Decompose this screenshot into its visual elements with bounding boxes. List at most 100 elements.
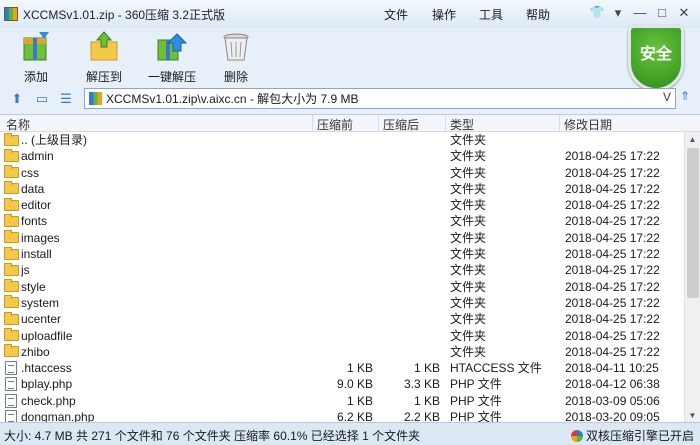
file-name: ucenter — [4, 311, 61, 327]
table-row[interactable]: admin 文件夹 2018-04-25 17:22 — [0, 148, 700, 164]
toolbar: 添加 解压到 一键解压 删除 — [0, 28, 700, 86]
original-size: 1 KB — [346, 361, 373, 376]
archive-icon — [4, 7, 18, 21]
file-list: 名称 压缩前 压缩后 类型 修改日期 .. (上级目录) 文件夹 admin 文件夹 2… — [0, 114, 700, 425]
engine-status[interactable]: 双核压缩引擎已开启 — [570, 427, 694, 444]
file-type: 文件夹 — [450, 149, 487, 164]
extract-to-button[interactable]: 解压到 — [74, 30, 134, 84]
table-row[interactable]: fonts 文件夹 2018-04-25 17:22 — [0, 213, 700, 229]
security-shield-badge[interactable]: 安全 — [628, 25, 684, 91]
file-type: 文件夹 — [450, 295, 487, 310]
table-row[interactable]: style 文件夹 2018-04-25 17:22 — [0, 279, 700, 295]
add-archive-icon — [19, 30, 53, 64]
file-type: 文件夹 — [450, 198, 487, 213]
status-summary: 大小: 4.7 MB 共 271 个文件和 76 个文件夹 压缩率 60.1% … — [4, 429, 421, 443]
column-divider — [445, 115, 446, 131]
scroll-down-icon[interactable]: ▼ — [685, 408, 700, 423]
file-type: 文件夹 — [450, 230, 487, 245]
file-name: style — [4, 279, 46, 295]
table-row[interactable]: images 文件夹 2018-04-25 17:22 — [0, 230, 700, 246]
menu-help[interactable]: 帮助 — [526, 6, 573, 23]
column-name[interactable]: 名称 — [6, 116, 30, 133]
file-icon — [5, 393, 17, 408]
address-dropdown[interactable]: V — [663, 90, 671, 104]
up-arrow-icon[interactable]: ⬆ — [8, 90, 26, 108]
table-row[interactable]: data 文件夹 2018-04-25 17:22 — [0, 181, 700, 197]
menu-tools[interactable]: 工具 — [479, 6, 526, 23]
view-mode-icon[interactable]: ▭ — [33, 90, 51, 108]
up-level-icon[interactable]: ⇑ — [680, 89, 690, 103]
table-row[interactable]: bplay.php 9.0 KB 3.3 KB PHP 文件 2018-04-12 06… — [0, 376, 700, 392]
folder-icon — [4, 213, 19, 227]
scroll-thumb[interactable] — [687, 148, 699, 298]
menu-icon[interactable]: ▾ — [608, 4, 628, 22]
modified-date: 2018-04-25 17:22 — [565, 247, 660, 262]
table-row[interactable]: css 文件夹 2018-04-25 17:22 — [0, 165, 700, 181]
folder-icon — [4, 132, 19, 146]
file-name: system — [4, 295, 59, 311]
column-compressed-size[interactable]: 压缩后 — [383, 116, 419, 133]
table-row[interactable]: ucenter 文件夹 2018-04-25 17:22 — [0, 311, 700, 327]
original-size: 1 KB — [346, 393, 373, 408]
menu-file[interactable]: 文件 — [384, 6, 431, 23]
file-type: 文件夹 — [450, 279, 487, 294]
modified-date: 2018-04-25 17:22 — [565, 198, 660, 213]
column-original-size[interactable]: 压缩前 — [317, 116, 353, 133]
table-row[interactable]: zhibo 文件夹 2018-04-25 17:22 — [0, 344, 700, 360]
modified-date: 2018-04-25 17:22 — [565, 312, 660, 327]
file-name: data — [4, 181, 44, 197]
file-type: PHP 文件 — [450, 393, 502, 408]
folder-icon — [4, 181, 19, 195]
folder-icon — [4, 165, 19, 179]
vertical-scrollbar[interactable]: ▲ ▼ — [684, 132, 700, 423]
folder-icon — [4, 328, 19, 342]
delete-button[interactable]: 删除 — [206, 30, 266, 84]
modified-date: 2018-04-25 17:22 — [565, 230, 660, 245]
folder-icon — [4, 197, 19, 211]
compressed-size: 3.3 KB — [403, 377, 440, 392]
archive-icon — [89, 92, 102, 105]
skin-icon[interactable]: 👕 — [588, 4, 606, 19]
table-row[interactable]: .htaccess 1 KB 1 KB HTACCESS 文件 2018-04-11 1… — [0, 360, 700, 376]
table-row[interactable]: install 文件夹 2018-04-25 17:22 — [0, 246, 700, 262]
close-icon[interactable]: ✕ — [674, 4, 694, 22]
file-name: check.php — [4, 393, 76, 409]
list-rows: .. (上级目录) 文件夹 admin 文件夹 2018-04-25 17:22 css 文… — [0, 132, 700, 425]
one-click-extract-icon — [155, 30, 189, 64]
file-type: 文件夹 — [450, 214, 487, 229]
table-row[interactable]: check.php 1 KB 1 KB PHP 文件 2018-03-09 05:06 — [0, 393, 700, 409]
extract-folder-icon — [87, 30, 121, 64]
original-size: 9.0 KB — [336, 377, 373, 392]
table-row[interactable]: .. (上级目录) 文件夹 — [0, 132, 700, 148]
minimize-icon[interactable]: — — [630, 4, 650, 22]
status-bar: 大小: 4.7 MB 共 271 个文件和 76 个文件夹 压缩率 60.1% … — [0, 422, 700, 445]
address-bar[interactable]: XCCMSv1.01.zip\v.aixc.cn - 解包大小为 7.9 MB … — [84, 88, 676, 109]
table-row[interactable]: uploadfile 文件夹 2018-04-25 17:22 — [0, 328, 700, 344]
folder-icon — [4, 148, 19, 162]
menu-operation[interactable]: 操作 — [432, 6, 479, 23]
modified-date: 2018-04-25 17:22 — [565, 295, 660, 310]
column-divider — [312, 115, 313, 131]
address-path: XCCMSv1.01.zip\v.aixc.cn - 解包大小为 7.9 MB — [106, 92, 359, 106]
file-name: uploadfile — [4, 328, 72, 344]
modified-date: 2018-04-25 17:22 — [565, 165, 660, 180]
scroll-up-icon[interactable]: ▲ — [685, 132, 700, 147]
file-type: 文件夹 — [450, 247, 487, 262]
column-modified[interactable]: 修改日期 — [564, 116, 612, 133]
folder-icon — [4, 311, 19, 325]
maximize-icon[interactable]: □ — [652, 4, 672, 22]
file-type: PHP 文件 — [450, 377, 502, 392]
list-view-icon[interactable]: ☰ — [57, 90, 75, 108]
table-row[interactable]: editor 文件夹 2018-04-25 17:22 — [0, 197, 700, 213]
compressed-size: 1 KB — [413, 393, 440, 408]
column-type[interactable]: 类型 — [450, 116, 474, 133]
modified-date: 2018-04-25 17:22 — [565, 344, 660, 359]
compressed-size: 1 KB — [413, 361, 440, 376]
file-name: zhibo — [4, 344, 50, 360]
table-row[interactable]: system 文件夹 2018-04-25 17:22 — [0, 295, 700, 311]
add-button[interactable]: 添加 — [6, 30, 66, 84]
table-row[interactable]: js 文件夹 2018-04-25 17:22 — [0, 262, 700, 278]
file-name: admin — [4, 148, 54, 164]
one-click-extract-button[interactable]: 一键解压 — [142, 30, 202, 84]
app-window: XCCMSv1.01.zip - 360压缩 3.2正式版 文件 操作 工具 帮… — [0, 0, 700, 445]
